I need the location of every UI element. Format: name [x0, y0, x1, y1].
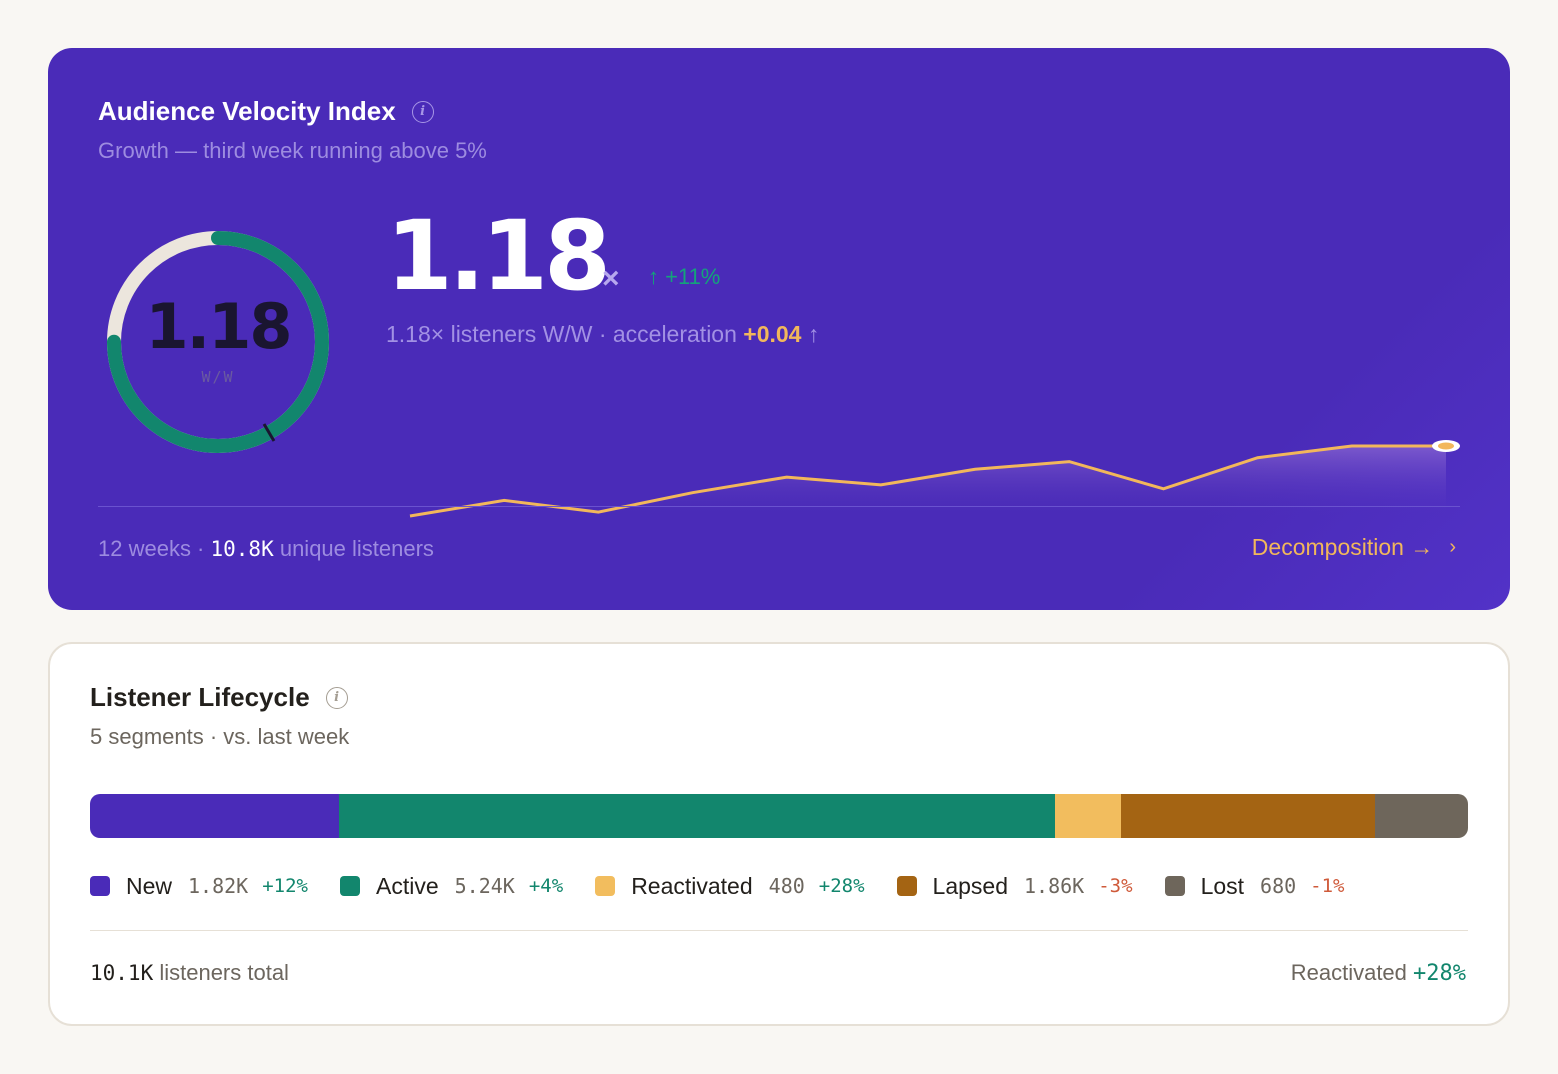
legend-name: Lost [1200, 872, 1245, 899]
legend-swatch [595, 876, 616, 896]
velocity-footer: 12 weeks · 10.8K unique listeners [98, 536, 434, 562]
legend-delta: +28% [818, 875, 865, 897]
legend-delta: +4% [528, 875, 564, 897]
velocity-description: 1.18× listeners W/W · acceleration +0.04… [386, 321, 819, 348]
footer-suffix: unique listeners [273, 536, 434, 561]
lifecycle-title: Listener Lifecycle [90, 682, 310, 712]
legend-value: 680 [1260, 874, 1297, 898]
legend-delta: +12% [262, 875, 308, 897]
velocity-gauge: 1.18 W/W [106, 230, 330, 454]
gauge-unit: W/W [201, 368, 235, 386]
legend-item-lapsed[interactable]: Lapsed 1.86K -3% [896, 872, 1133, 900]
velocity-subtitle: Growth — third week running above 5% [98, 138, 487, 163]
velocity-title-row: Audience Velocity Index i [98, 96, 434, 127]
legend-delta: -3% [1098, 875, 1133, 897]
stack-segment-lapsed[interactable] [1120, 794, 1375, 838]
footer-total-suffix: listeners total [153, 960, 289, 985]
stack-segment-new[interactable] [90, 794, 339, 838]
footer-total: 10.1K [90, 961, 154, 985]
velocity-title: Audience Velocity Index [98, 96, 396, 126]
legend-name: Active [376, 872, 439, 899]
lifecycle-legend: New 1.82K +12% Active 5.24K +4% Reactivated 480… [90, 868, 1377, 904]
divider [98, 506, 1460, 507]
desc-text: 1.18× listeners W/W · acceleration [386, 321, 744, 347]
legend-name: Reactivated [631, 872, 753, 899]
lifecycle-subtitle: 5 segments · vs. last week [90, 724, 350, 749]
legend-value: 1.86K [1024, 874, 1085, 898]
stack-segment-reactivated[interactable] [1055, 794, 1121, 838]
stack-segment-lost[interactable] [1375, 794, 1468, 838]
stack-segment-active[interactable] [338, 794, 1056, 838]
multiplier-icon: × [602, 262, 620, 295]
legend-name: New [126, 872, 173, 899]
velocity-sparkline [409, 440, 1460, 518]
legend-swatch [896, 876, 917, 896]
gauge-value: 1.18 [145, 290, 293, 363]
lifecycle-card: Listener Lifecycle i 5 segments · vs. la… [48, 642, 1510, 1026]
legend-delta: -1% [1310, 875, 1345, 897]
info-icon[interactable]: i [411, 100, 434, 123]
legend-value: 1.82K [188, 874, 249, 898]
legend-name: Lapsed [932, 872, 1009, 899]
lifecycle-title-row: Listener Lifecycle i [90, 682, 348, 713]
legend-swatch [340, 876, 360, 896]
legend-item-reactivated[interactable]: Reactivated 480 +28% [595, 872, 865, 900]
legend-item-new[interactable]: New 1.82K +12% [90, 873, 308, 900]
info-icon[interactable]: i [325, 686, 348, 709]
legend-swatch [90, 876, 110, 896]
footer-weeks: 12 weeks · [98, 536, 211, 561]
accel-arrow-icon: ↑ [801, 321, 820, 347]
chevron-right-icon: › [1449, 536, 1456, 558]
decomposition-link[interactable]: Decomposition → › [1252, 534, 1456, 561]
footer-count: 10.8K [210, 537, 274, 561]
footer-right-label: Reactivated [1290, 960, 1414, 985]
legend-value: 5.24K [454, 874, 515, 898]
lifecycle-footer-right: Reactivated +28% [1291, 960, 1466, 986]
acceleration-value: +0.04 [743, 321, 802, 347]
velocity-card: Audience Velocity Index i Growth — third… [48, 48, 1510, 610]
lifecycle-footer: 10.1K listeners total [90, 960, 289, 986]
decomposition-label: Decomposition → [1251, 534, 1434, 560]
legend-item-active[interactable]: Active 5.24K +4% [340, 873, 563, 900]
legend-value: 480 [768, 874, 805, 898]
lifecycle-stacked-bar [90, 794, 1468, 838]
velocity-delta: ↑ +11% [648, 264, 721, 289]
legend-swatch [1164, 876, 1185, 896]
sparkline-endpoint-dot [1438, 442, 1454, 450]
footer-right-delta: +28% [1413, 961, 1466, 986]
divider [90, 930, 1468, 931]
legend-item-lost[interactable]: Lost 680 -1% [1164, 872, 1345, 900]
velocity-value: 1.18 [386, 200, 611, 312]
